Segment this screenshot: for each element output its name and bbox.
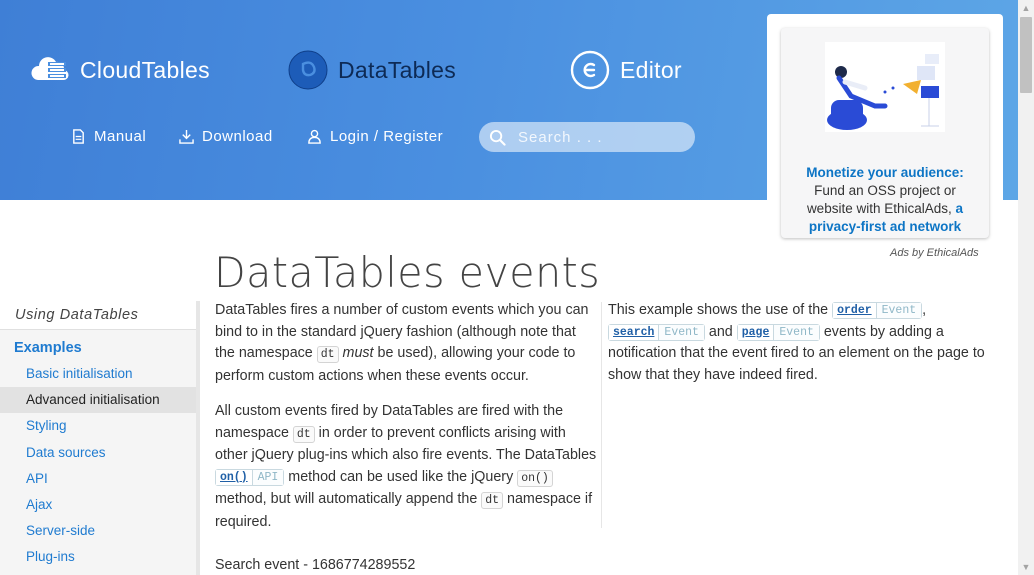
paragraph-intro: DataTables fires a number of custom even…: [215, 300, 597, 387]
sidebar-list: Basic initialisation Advanced initialisat…: [0, 361, 196, 571]
brand-cloudtables[interactable]: CloudTables: [30, 50, 210, 90]
nav-manual[interactable]: Manual: [71, 128, 146, 145]
ad-body: Fund an OSS project or website with Ethi…: [806, 183, 956, 216]
inline-code: dt: [292, 425, 315, 443]
ad-attribution[interactable]: Ads by EthicalAds: [890, 247, 979, 259]
download-icon: [179, 129, 194, 144]
inline-code: dt: [316, 346, 339, 363]
sidebar-item[interactable]: Basic initialisation: [0, 361, 196, 387]
text: This example shows the use of the: [608, 302, 833, 318]
ad-headline[interactable]: Monetize your audience:: [806, 165, 964, 180]
editor-logo-icon: [570, 50, 610, 90]
tag-type: Event: [659, 324, 704, 340]
sidebar-item[interactable]: Data sources: [0, 440, 196, 466]
ad-illustration: [825, 42, 945, 132]
nav-label: Manual: [94, 128, 147, 145]
api-tag-on[interactable]: on() API: [215, 468, 285, 486]
brand-editor[interactable]: Editor: [570, 50, 682, 90]
page-title: DataTables events: [214, 248, 601, 297]
sidebar-item[interactable]: API: [0, 466, 196, 492]
nav-label: Login / Register: [330, 128, 444, 145]
document-icon: [73, 129, 84, 144]
scrollbar-thumb[interactable]: [1020, 17, 1032, 93]
ethical-ad[interactable]: Monetize your audience: Fund an OSS proj…: [781, 28, 989, 238]
user-icon: [308, 129, 321, 144]
brand-label: Editor: [620, 56, 682, 83]
event-log-entry: Search event - 1686774289552: [215, 557, 416, 573]
sidebar-item[interactable]: Plug-ins: [0, 544, 196, 570]
tag-name[interactable]: on(): [216, 469, 253, 485]
content-right: This example shows the use of the order E…: [608, 300, 1000, 400]
ad-text: Monetize your audience: Fund an OSS proj…: [791, 164, 979, 236]
tag-name[interactable]: order: [833, 303, 877, 318]
search-icon: [489, 129, 506, 146]
column-divider: [601, 302, 602, 528]
nav-download[interactable]: Download: [179, 128, 273, 145]
event-tag-order[interactable]: order Event: [832, 302, 923, 319]
paragraph-example: This example shows the use of the order E…: [608, 300, 1000, 386]
text: and: [704, 323, 737, 340]
sidebar-section-examples[interactable]: Examples: [0, 337, 196, 359]
scroll-down-arrow-icon[interactable]: ▼: [1018, 559, 1034, 575]
search-box[interactable]: [479, 122, 695, 152]
text: method, but will automatically append th…: [215, 491, 482, 507]
nav-login[interactable]: Login / Register: [307, 128, 443, 145]
event-tag-search[interactable]: search Event: [608, 323, 705, 341]
content-left: DataTables fires a number of custom even…: [215, 300, 597, 547]
brand-label: CloudTables: [80, 56, 210, 83]
sidebar-item[interactable]: Server-side: [0, 518, 196, 544]
sidebar-heading: Using DataTables: [0, 301, 196, 330]
nav-label: Download: [202, 128, 273, 145]
emphasis: must: [342, 345, 374, 361]
inline-code: dt: [481, 492, 504, 509]
tag-name[interactable]: page: [737, 324, 775, 340]
text: method can be used like the jQuery: [284, 468, 518, 485]
ad-container: Monetize your audience: Fund an OSS proj…: [767, 14, 1003, 250]
event-tag-page[interactable]: page Event: [736, 323, 820, 341]
datatables-logo-icon: [288, 50, 328, 90]
sidebar-item[interactable]: Ajax: [0, 492, 196, 518]
tag-type: Event: [876, 303, 922, 318]
cloudtables-logo-icon: [31, 57, 69, 81]
text: ,: [922, 302, 927, 318]
paragraph-namespace: All custom events fired by DataTables ar…: [215, 401, 597, 533]
vertical-scrollbar[interactable]: ▲ ▼: [1018, 0, 1034, 575]
brand-label: DataTables: [338, 56, 457, 83]
sidebar: Using DataTables Examples Basic initiali…: [0, 301, 200, 575]
inline-code: on(): [517, 469, 553, 487]
tag-type: API: [252, 469, 284, 485]
search-input[interactable]: [516, 127, 690, 147]
tag-name[interactable]: search: [609, 324, 660, 340]
sidebar-item[interactable]: Styling: [0, 413, 196, 439]
tag-type: Event: [774, 324, 819, 340]
scroll-up-arrow-icon[interactable]: ▲: [1018, 0, 1034, 16]
sidebar-item[interactable]: Advanced initialisation: [0, 387, 196, 414]
brand-datatables[interactable]: DataTables: [288, 50, 456, 90]
